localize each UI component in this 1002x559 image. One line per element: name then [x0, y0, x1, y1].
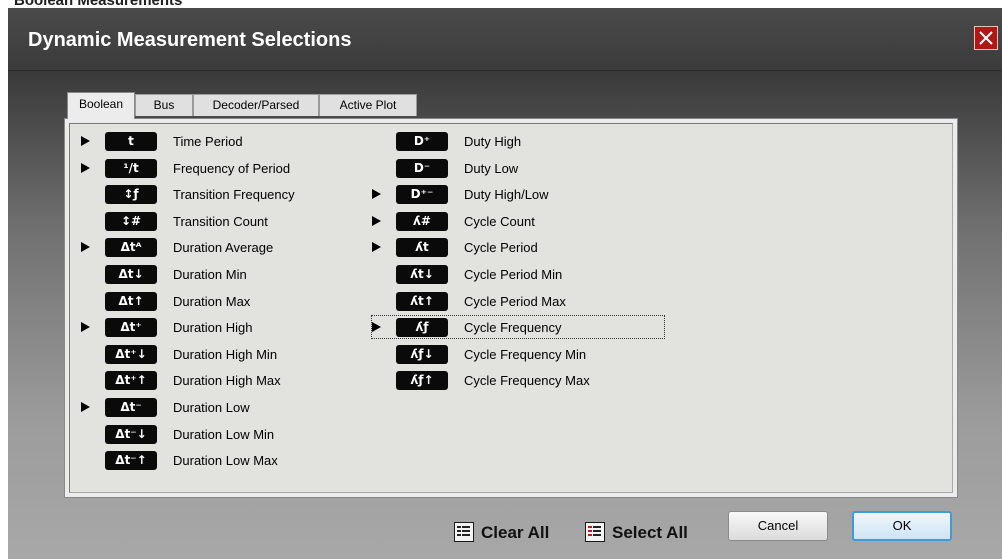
measurement-label: Cycle Frequency Min [464, 346, 587, 362]
measurement-label: Duration High [173, 320, 253, 336]
measurement-item[interactable]: Δt⁺ Duration High [81, 316, 381, 338]
measurement-label: Duty High [464, 134, 522, 149]
title-divider [8, 70, 1002, 71]
measurement-label: Duty Low [464, 160, 519, 176]
measurement-item[interactable]: Δt⁻↑ Duration Low Max [81, 449, 381, 471]
measurement-label: Cycle Period Max [464, 293, 566, 309]
measurement-symbol-icon: Δt⁺ [105, 318, 157, 338]
measurement-symbol-icon: ʎ# [396, 211, 448, 231]
measurement-item[interactable]: ¹/t Frequency of Period [81, 157, 381, 179]
measurement-symbol-icon: D⁻ [396, 158, 448, 178]
measurement-symbol-icon: ʎt↑ [396, 291, 448, 311]
measurement-symbol-icon: Δt⁻↑ [105, 451, 157, 471]
measurement-item[interactable]: Δt↑ Duration Max [81, 290, 381, 312]
measurement-label: Duty High/Low [464, 187, 549, 203]
selected-arrow-icon [372, 242, 381, 253]
clear-all-button[interactable]: Clear All [481, 523, 549, 543]
selected-arrow-icon [81, 242, 90, 253]
measurement-symbol-icon: Δt⁺↓ [105, 344, 157, 364]
measurement-item[interactable]: ʎƒ Cycle Frequency [371, 315, 665, 340]
measurement-label: Duration Low [173, 400, 250, 415]
selected-arrow-icon [81, 162, 90, 173]
measurement-symbol-icon: ʎƒ [396, 318, 448, 338]
measurement-label: Duration Low Max [173, 453, 278, 469]
measurement-item[interactable]: Δt⁺↑ Duration High Max [81, 369, 381, 391]
measurement-item[interactable]: Δt⁻↓ Duration Low Min [81, 423, 381, 445]
measurement-label: Cycle Frequency [464, 320, 562, 336]
measurement-item[interactable]: Δt↓ Duration Min [81, 263, 381, 285]
measurement-item[interactable]: ʎƒ↓ Cycle Frequency Min [372, 343, 672, 365]
measurement-item[interactable]: ʎ# Cycle Count [372, 210, 672, 232]
background-window-title: Boolean Measurements [14, 0, 183, 9]
measurement-label: Cycle Count [464, 213, 535, 229]
measurement-label: Frequency of Period [173, 160, 291, 176]
measurement-item[interactable]: ʎt↓ Cycle Period Min [372, 263, 672, 285]
close-icon [979, 31, 993, 45]
measurement-symbol-icon: Δt↑ [105, 291, 157, 311]
ok-button[interactable]: OK [852, 511, 952, 541]
measurement-dialog: Dynamic Measurement Selections Boolean B… [8, 8, 1002, 559]
measurement-symbol-icon: Δt⁻↓ [105, 424, 157, 444]
measurement-symbol-icon: t [105, 132, 157, 151]
measurement-label: Duration High Min [173, 346, 278, 362]
measurement-item[interactable]: ʎt↑ Cycle Period Max [372, 290, 672, 312]
measurement-label: Cycle Period Min [464, 267, 563, 282]
selected-arrow-icon [372, 215, 381, 226]
measurement-item[interactable]: t Time Period [81, 130, 381, 152]
tab-panel-boolean: t Time Period ¹/t Frequency of Period ↕ƒ Tran… [64, 118, 958, 498]
measurement-label: Duration Average [173, 240, 274, 256]
measurement-list: t Time Period ¹/t Frequency of Period ↕ƒ Tran… [69, 123, 953, 493]
measurement-symbol-icon: D⁺⁻ [396, 185, 448, 205]
clear-all-icon[interactable] [454, 522, 474, 542]
tab-bus[interactable]: Bus [135, 94, 193, 116]
select-all-icon[interactable] [585, 522, 605, 542]
measurement-label: Duration High Max [173, 373, 281, 389]
measurement-label: Cycle Frequency Max [464, 373, 590, 389]
selected-arrow-icon [372, 322, 381, 333]
selected-arrow-icon [81, 136, 90, 146]
measurement-item[interactable]: ʎt Cycle Period [372, 236, 672, 258]
measurement-label: Transition Count [173, 213, 268, 229]
measurement-label: Duration Low Min [173, 426, 275, 442]
measurement-label: Duration Max [173, 293, 251, 309]
measurement-symbol-icon: ʎt [396, 238, 448, 258]
measurement-symbol-icon: ʎt↓ [396, 265, 448, 284]
measurement-item[interactable]: ↕# Transition Count [81, 210, 381, 232]
tab-decoder-parsed[interactable]: Decoder/Parsed [193, 94, 319, 116]
cancel-button[interactable]: Cancel [728, 511, 828, 541]
dialog-title: Dynamic Measurement Selections [28, 29, 352, 51]
measurement-symbol-icon: Δtᴬ [105, 238, 157, 258]
measurement-label: Time Period [173, 134, 243, 149]
measurement-symbol-icon: ↕# [105, 211, 157, 231]
measurement-symbol-icon: ↕ƒ [105, 185, 157, 205]
tab-active-plot[interactable]: Active Plot [319, 94, 417, 116]
selected-arrow-icon [372, 189, 381, 200]
measurement-symbol-icon: ʎƒ↓ [396, 344, 448, 364]
measurement-symbol-icon: ʎƒ↑ [396, 371, 448, 391]
tab-control: Boolean Bus Decoder/Parsed Active Plot t… [64, 92, 958, 498]
measurement-item[interactable]: D⁻ Duty Low [372, 157, 672, 179]
measurement-item[interactable]: Δtᴬ Duration Average [81, 236, 381, 258]
measurement-label: Duration Min [173, 267, 247, 282]
measurement-item[interactable]: D⁺ Duty High [372, 130, 672, 152]
tab-boolean[interactable]: Boolean [67, 92, 135, 119]
measurement-symbol-icon: D⁺ [396, 132, 448, 151]
selected-arrow-icon [81, 402, 90, 412]
measurement-item[interactable]: Δt⁺↓ Duration High Min [81, 343, 381, 365]
measurement-item[interactable]: Δt⁻ Duration Low [81, 396, 381, 418]
selected-arrow-icon [81, 322, 90, 333]
measurement-symbol-icon: Δt⁻ [105, 398, 157, 417]
select-all-button[interactable]: Select All [612, 523, 688, 543]
measurement-symbol-icon: Δt↓ [105, 265, 157, 284]
close-button[interactable] [974, 26, 998, 50]
measurement-label: Transition Frequency [173, 187, 295, 203]
dialog-titlebar[interactable]: Dynamic Measurement Selections [8, 8, 1002, 70]
measurement-symbol-icon: ¹/t [105, 158, 157, 178]
measurement-label: Cycle Period [464, 240, 538, 256]
measurement-item[interactable]: D⁺⁻ Duty High/Low [372, 183, 672, 205]
measurement-item[interactable]: ʎƒ↑ Cycle Frequency Max [372, 369, 672, 391]
measurement-symbol-icon: Δt⁺↑ [105, 371, 157, 391]
measurement-item[interactable]: ↕ƒ Transition Frequency [81, 183, 381, 205]
